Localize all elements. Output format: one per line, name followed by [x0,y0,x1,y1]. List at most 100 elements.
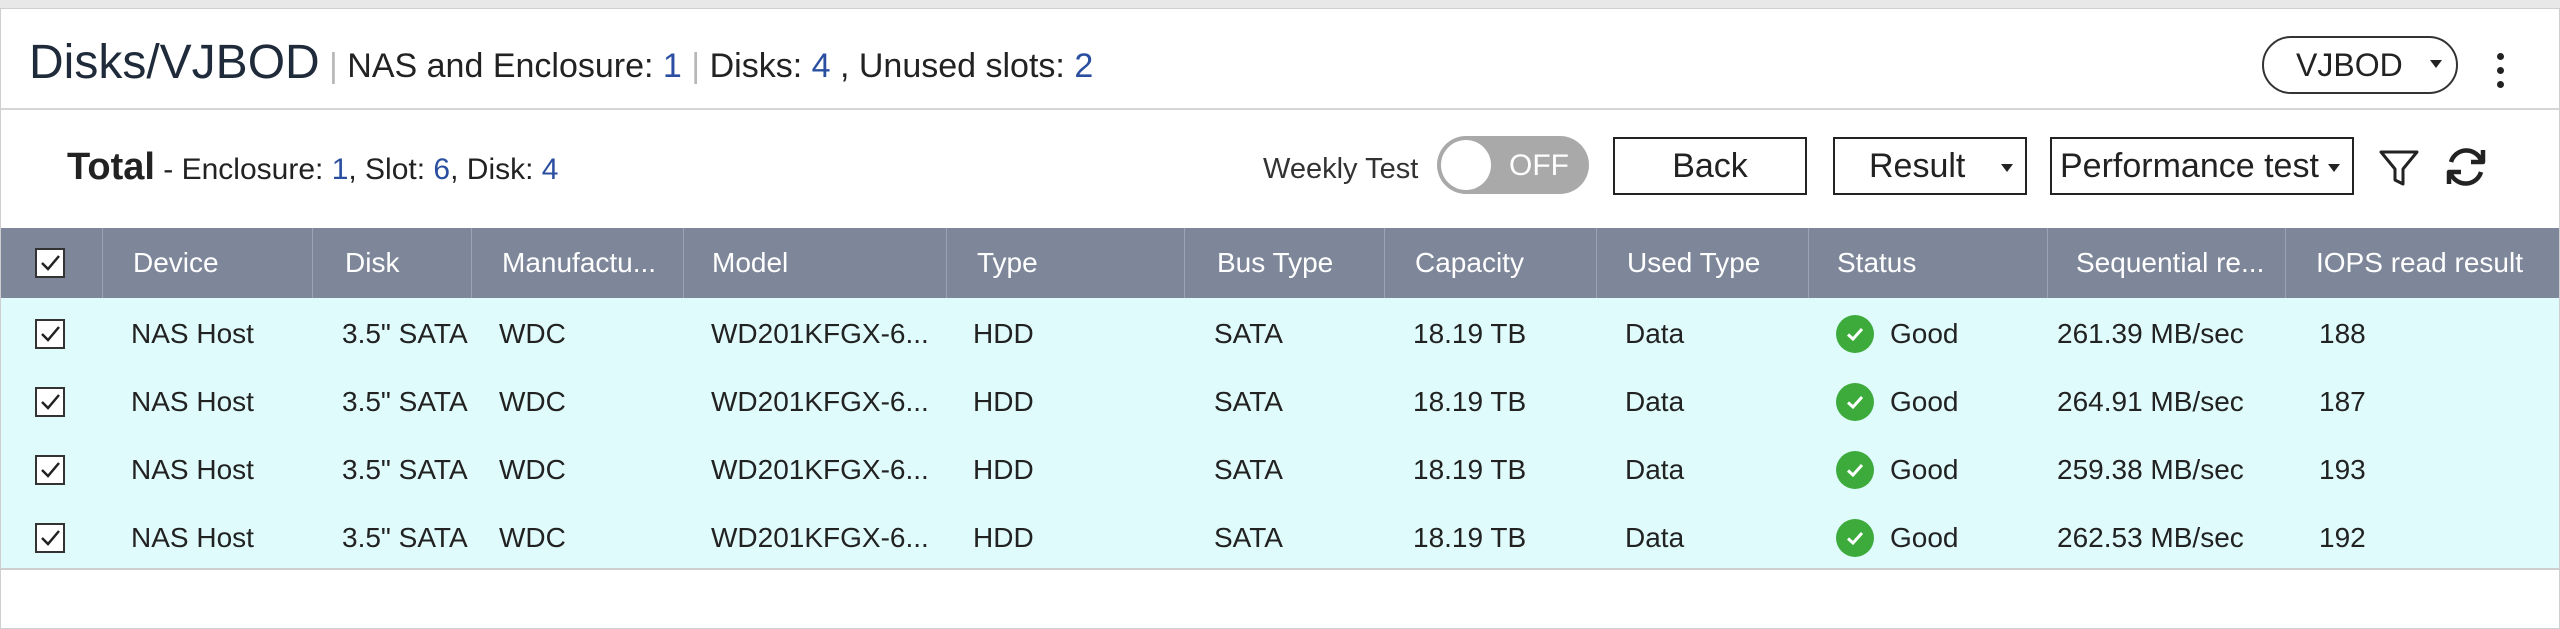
performance-test-dropdown[interactable]: Performance test [2050,137,2354,195]
weekly-test-toggle[interactable]: OFF [1437,136,1589,194]
refresh-icon[interactable] [2441,142,2491,192]
disk-table-body: NAS Host 3.5" SATA I WDC WD201KFGX-6... … [1,298,2559,570]
table-row[interactable]: NAS Host 3.5" SATA I WDC WD201KFGX-6... … [1,436,2559,504]
slot-count: 6 [433,153,451,186]
checkbox-checked-icon [35,455,65,485]
cell-type: HDD [973,318,1034,349]
column-header-status[interactable]: Status [1808,228,2047,298]
checkbox-checked-icon [35,319,65,349]
disks-count: 4 [811,47,831,85]
cell-sequential-read: 259.38 MB/sec [2057,454,2244,485]
row-checkbox[interactable] [35,300,65,368]
cell-used-type: Data [1625,386,1685,417]
caret-down-icon [2430,60,2442,68]
cell-disk: 3.5" SATA I [342,454,470,485]
toggle-state: OFF [1509,149,1569,182]
cell-model: WD201KFGX-6... [711,454,929,485]
cell-sequential-read: 262.53 MB/sec [2057,522,2244,553]
cell-iops-read: 188 [2319,318,2366,349]
cell-device: NAS Host [131,386,254,417]
cell-iops-read: 187 [2319,386,2366,417]
unused-label: , Unused slots: [839,47,1075,85]
back-button[interactable]: Back [1613,137,1807,195]
cell-capacity: 18.19 TB [1413,454,1527,485]
column-header-device[interactable]: Device [102,228,312,298]
page-header: Disks/VJBOD | NAS and Enclosure: 1 | Dis… [1,9,2559,110]
cell-iops-read: 193 [2319,454,2366,485]
cell-sequential-read: 264.91 MB/sec [2057,386,2244,417]
cell-type: HDD [973,386,1034,417]
cell-capacity: 18.19 TB [1413,386,1527,417]
table-row[interactable]: NAS Host 3.5" SATA I WDC WD201KFGX-6... … [1,368,2559,436]
disks-label: Disks: [709,47,812,85]
total-label: Total [67,146,155,188]
cell-manufacturer: WDC [499,522,566,553]
column-header-iops-read[interactable]: IOPS read result [2285,228,2559,298]
cell-status: Good [1836,504,2036,572]
cell-disk: 3.5" SATA I [342,522,470,553]
column-header-sequential-read[interactable]: Sequential re... [2047,228,2285,298]
cell-used-type: Data [1625,454,1685,485]
cell-device: NAS Host [131,454,254,485]
row-checkbox[interactable] [35,368,65,436]
page-title: Disks/VJBOD [29,36,320,89]
status-text: Good [1890,386,1959,417]
filter-icon[interactable] [2377,146,2421,190]
checkbox-checked-icon [35,523,65,553]
cell-iops-read: 192 [2319,522,2366,553]
table-row[interactable]: NAS Host 3.5" SATA I WDC WD201KFGX-6... … [1,300,2559,368]
toolbar: Total - Enclosure: 1, Slot: 6, Disk: 4 W… [1,110,2559,228]
unused-count: 2 [1074,47,1094,85]
nas-count: 1 [662,47,682,85]
toggle-knob [1441,140,1491,190]
cell-device: NAS Host [131,318,254,349]
enclosure-count: 1 [331,153,349,186]
cell-bus-type: SATA [1214,454,1283,485]
caret-down-icon [2328,164,2340,172]
cell-status: Good [1836,368,2036,436]
cell-bus-type: SATA [1214,522,1283,553]
cell-manufacturer: WDC [499,454,566,485]
cell-model: WD201KFGX-6... [711,386,929,417]
cell-type: HDD [973,454,1034,485]
cell-capacity: 18.19 TB [1413,522,1527,553]
column-header-type[interactable]: Type [946,228,1184,298]
check-circle-icon [1836,451,1874,489]
cell-sequential-read: 261.39 MB/sec [2057,318,2244,349]
column-header-manufacturer[interactable]: Manufactu... [471,228,683,298]
cell-disk: 3.5" SATA I [342,386,470,417]
view-selector-dropdown[interactable]: VJBOD [2262,36,2458,94]
cell-bus-type: SATA [1214,318,1283,349]
check-circle-icon [1836,519,1874,557]
caret-down-icon [2001,164,2013,172]
cell-status: Good [1836,436,2036,504]
column-header-capacity[interactable]: Capacity [1384,228,1596,298]
cell-model: WD201KFGX-6... [711,522,929,553]
row-checkbox[interactable] [35,436,65,504]
cell-manufacturer: WDC [499,386,566,417]
header-summary: | NAS and Enclosure: 1 | Disks: 4 , Unus… [329,47,1094,85]
select-all-checkbox[interactable] [35,228,71,298]
result-dropdown[interactable]: Result [1833,137,2027,195]
performance-test-label: Performance test [2060,146,2319,185]
more-options-icon[interactable] [2497,53,2505,89]
table-row[interactable]: NAS Host 3.5" SATA I WDC WD201KFGX-6... … [1,504,2559,572]
row-checkbox[interactable] [35,504,65,572]
weekly-test-label: Weekly Test [1263,153,1419,185]
status-text: Good [1890,454,1959,485]
column-header-used-type[interactable]: Used Type [1596,228,1808,298]
cell-status: Good [1836,300,2036,368]
checkbox-checked-icon [35,387,65,417]
column-header-disk[interactable]: Disk [312,228,471,298]
status-text: Good [1890,318,1959,349]
disk-count: 4 [541,153,559,186]
cell-capacity: 18.19 TB [1413,318,1527,349]
cell-bus-type: SATA [1214,386,1283,417]
total-summary: Total - Enclosure: 1, Slot: 6, Disk: 4 [67,146,559,188]
nas-label: NAS and Enclosure: [347,47,663,85]
check-circle-icon [1836,315,1874,353]
column-header-bus-type[interactable]: Bus Type [1184,228,1384,298]
cell-used-type: Data [1625,522,1685,553]
column-header-model[interactable]: Model [683,228,946,298]
check-circle-icon [1836,383,1874,421]
